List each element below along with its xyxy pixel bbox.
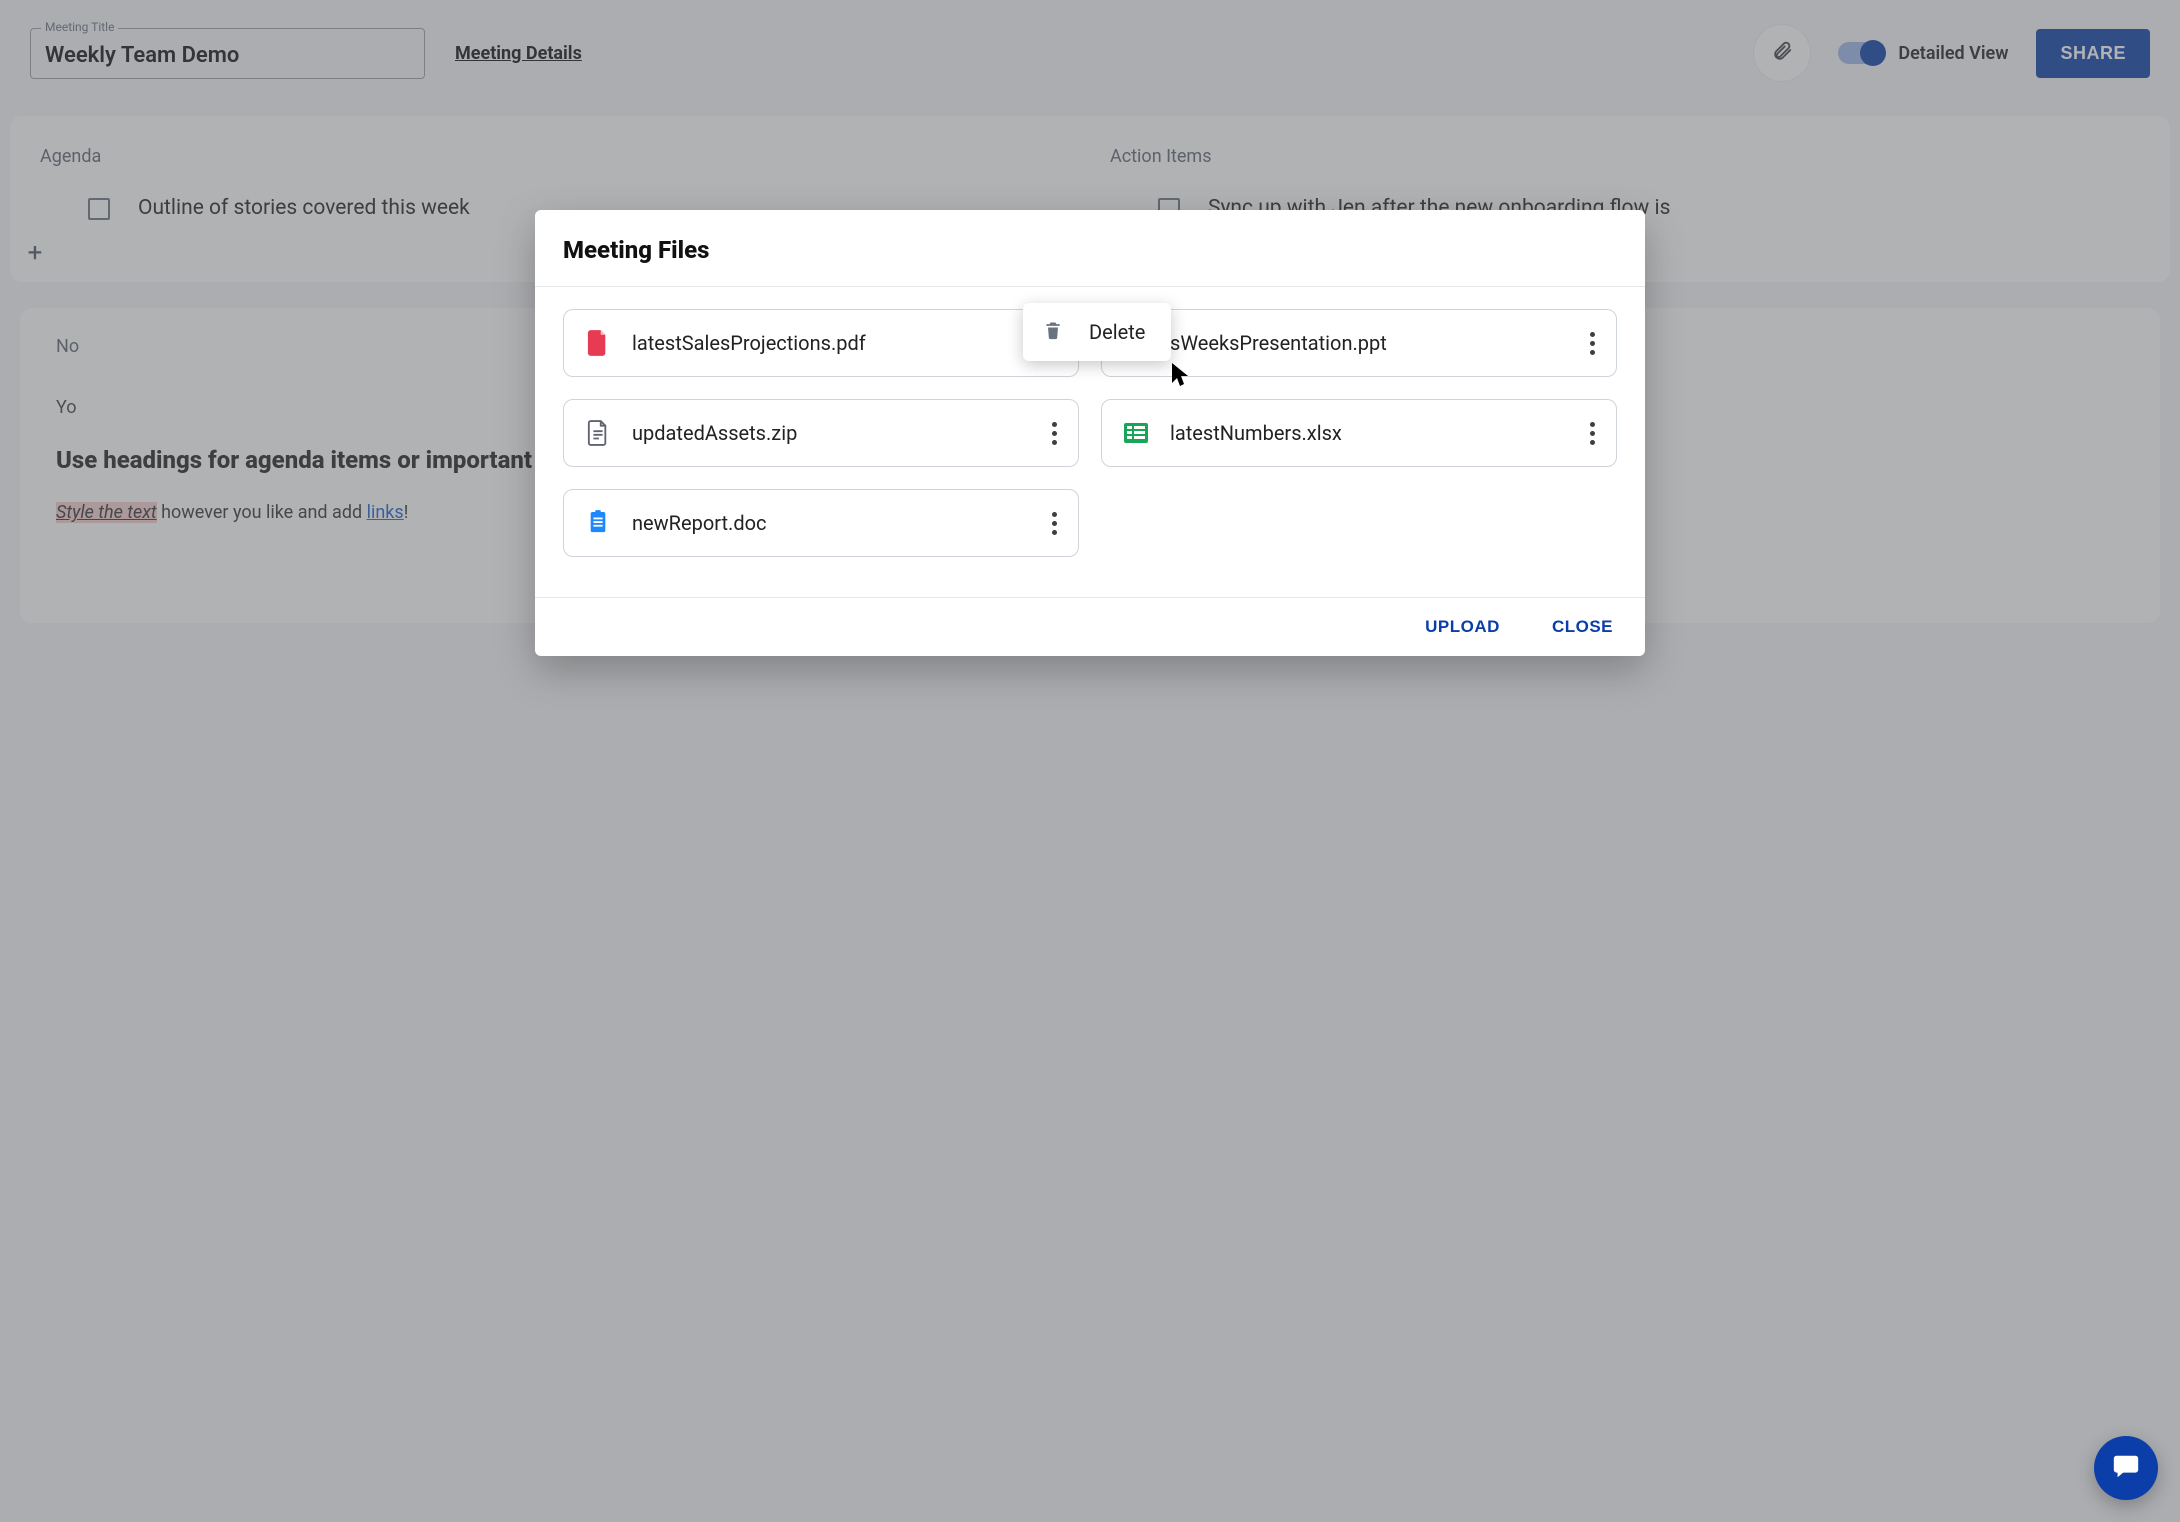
file-chip[interactable]: updatedAssets.zip: [563, 399, 1079, 467]
file-name: latestSalesProjections.pdf: [632, 331, 1022, 355]
chat-icon: [2111, 1451, 2141, 1485]
file-chip[interactable]: newReport.doc: [563, 489, 1079, 557]
file-chip[interactable]: latestSalesProjections.pdf: [563, 309, 1079, 377]
dialog-header: Meeting Files: [535, 210, 1645, 287]
xlsx-file-icon: [1124, 421, 1148, 445]
file-chip[interactable]: latestNumbers.xlsx: [1101, 399, 1617, 467]
file-menu-button[interactable]: [1582, 419, 1602, 447]
help-fab[interactable]: [2094, 1436, 2158, 1500]
modal-overlay[interactable]: Meeting Files latestSalesProjections.pdf…: [0, 0, 2180, 1522]
file-name: newReport.doc: [632, 511, 1022, 535]
file-menu-button[interactable]: [1044, 509, 1064, 537]
file-name: updatedAssets.zip: [632, 421, 1022, 445]
delete-popover[interactable]: Delete: [1023, 303, 1171, 361]
zip-file-icon: [586, 421, 610, 445]
file-name: sWeeksPresentation.ppt: [1170, 331, 1560, 355]
dialog-title: Meeting Files: [563, 236, 1617, 264]
pdf-file-icon: [586, 331, 610, 355]
doc-file-icon: [586, 511, 610, 535]
file-menu-button[interactable]: [1582, 329, 1602, 357]
file-name: latestNumbers.xlsx: [1170, 421, 1560, 445]
trash-icon: [1043, 319, 1063, 345]
file-menu-button[interactable]: [1044, 419, 1064, 447]
dialog-footer: UPLOAD CLOSE: [535, 597, 1645, 656]
meeting-files-dialog: Meeting Files latestSalesProjections.pdf…: [535, 210, 1645, 656]
delete-popover-label: Delete: [1089, 320, 1145, 344]
upload-button[interactable]: UPLOAD: [1419, 616, 1506, 638]
close-button[interactable]: CLOSE: [1546, 616, 1619, 638]
cursor-icon: [1171, 362, 1191, 392]
